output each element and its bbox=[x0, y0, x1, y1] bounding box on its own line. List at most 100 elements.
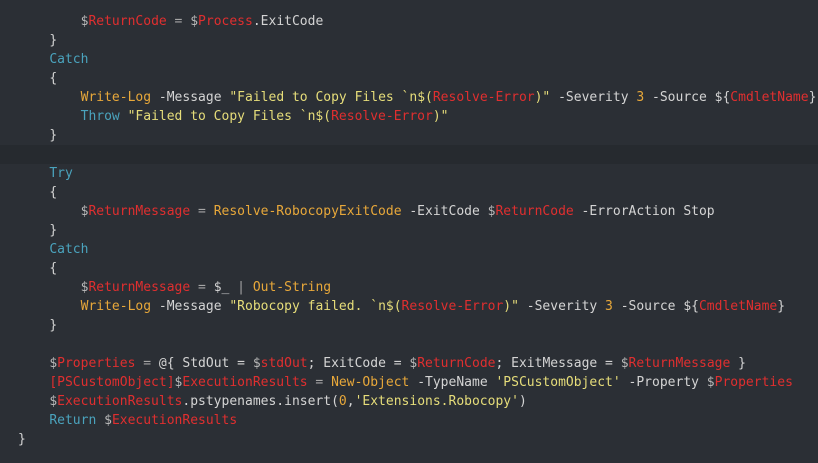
code-token-pl: { bbox=[49, 71, 58, 86]
code-token-pl: } bbox=[49, 223, 58, 238]
code-token-str: "Failed to Copy Files `n$( bbox=[127, 109, 332, 124]
code-token-kw: Throw bbox=[80, 109, 120, 124]
code-token-op: | bbox=[229, 280, 253, 295]
code-token-str: )" bbox=[503, 299, 519, 314]
code-token-kw: Return bbox=[49, 413, 97, 428]
code-line[interactable]: { bbox=[0, 183, 818, 202]
code-token-var: $ReturnMessage bbox=[620, 356, 731, 371]
code-line[interactable]: Try bbox=[0, 164, 818, 183]
code-token-op: = bbox=[190, 280, 214, 295]
code-line[interactable]: { bbox=[0, 69, 818, 88]
code-token-kw: Catch bbox=[49, 52, 89, 67]
code-token-param: -Source bbox=[612, 299, 684, 314]
code-line[interactable]: $ReturnMessage = Resolve-RobocopyExitCod… bbox=[0, 202, 818, 221]
code-token-param: -ExitCode bbox=[401, 204, 488, 219]
code-token-param: -Severity bbox=[518, 299, 606, 314]
code-token-param: -Source bbox=[644, 90, 715, 105]
code-token-sub: Resolve-Error bbox=[432, 90, 535, 105]
code-line[interactable]: } bbox=[0, 126, 818, 145]
code-token-num: 0 bbox=[338, 394, 347, 409]
code-token-sub: Resolve-Error bbox=[331, 109, 433, 124]
code-token-cmd: Out-String bbox=[252, 280, 332, 295]
code-token-pl: } bbox=[777, 299, 786, 314]
code-token-var: $ReturnCode bbox=[409, 356, 496, 371]
code-token-pl: } bbox=[49, 33, 58, 48]
code-line[interactable] bbox=[0, 335, 818, 354]
code-token-var: $ExecutionResults bbox=[104, 413, 238, 428]
code-line[interactable]: $ExecutionResults.pstypenames.insert(0,'… bbox=[0, 392, 818, 411]
code-token-str: 'Extensions.Robocopy' bbox=[354, 394, 519, 409]
code-token-pl: @{ StdOut = bbox=[158, 356, 253, 371]
code-line[interactable]: Throw "Failed to Copy Files `n$(Resolve-… bbox=[0, 107, 818, 126]
code-token-pl: Stop bbox=[683, 204, 715, 219]
code-line[interactable]: $ReturnMessage = $_ | Out-String bbox=[0, 278, 818, 297]
code-token-sub: CmdletName bbox=[698, 299, 778, 314]
code-token-cmd: New-Object bbox=[331, 375, 410, 390]
code-token-str: "Robocopy failed. `n$( bbox=[229, 299, 402, 314]
code-line[interactable]: } bbox=[0, 221, 818, 240]
code-token-var: $ReturnCode bbox=[80, 14, 167, 29]
code-token-str: 'PSCustomObject' bbox=[495, 375, 621, 390]
code-token-param: -Property bbox=[620, 375, 707, 390]
code-token-str: )" bbox=[432, 109, 449, 124]
code-line[interactable]: Catch bbox=[0, 240, 818, 259]
code-token-pl: } bbox=[18, 432, 26, 447]
code-line[interactable]: } bbox=[0, 430, 818, 449]
code-token-param: -Message bbox=[151, 90, 230, 105]
code-token-var: $ReturnCode bbox=[487, 204, 574, 219]
code-line[interactable]: [PSCustomObject]$ExecutionResults = New-… bbox=[0, 373, 818, 392]
code-token-var: $ExecutionResults bbox=[174, 375, 308, 390]
code-token-op: = bbox=[190, 204, 214, 219]
code-token-var: $Properties bbox=[49, 356, 136, 371]
code-token-kw: Catch bbox=[49, 242, 89, 257]
code-token-cmd: Write-Log bbox=[80, 299, 152, 314]
code-token-pl: ; ExitCode = bbox=[307, 356, 410, 371]
code-token-num: 3 bbox=[605, 299, 613, 314]
code-token-param: -ErrorAction bbox=[573, 204, 684, 219]
code-token-cmd: Resolve-RobocopyExitCode bbox=[213, 204, 402, 219]
code-line[interactable]: { bbox=[0, 259, 818, 278]
code-line[interactable]: $Properties = @{ StdOut = $stdOut; ExitC… bbox=[0, 354, 818, 373]
code-line[interactable]: } bbox=[0, 316, 818, 335]
code-line[interactable]: Write-Log -Message "Robocopy failed. `n$… bbox=[0, 297, 818, 316]
code-token-pl: ) bbox=[518, 394, 527, 409]
code-line[interactable]: Catch bbox=[0, 50, 818, 69]
code-line[interactable]: Return $ExecutionResults bbox=[0, 411, 818, 430]
code-token-pl: ${ bbox=[683, 299, 699, 314]
code-token-var: $stdOut bbox=[252, 356, 308, 371]
code-token-param: -Message bbox=[151, 299, 230, 314]
code-line[interactable]: $ReturnCode = $Process.ExitCode bbox=[0, 12, 818, 31]
code-token-str: )" bbox=[534, 90, 551, 105]
code-token-pl: ; ExitMessage = bbox=[495, 356, 621, 371]
code-token-pl: { bbox=[49, 261, 58, 276]
code-line[interactable]: } bbox=[0, 31, 818, 50]
code-token-pl: } bbox=[808, 90, 817, 105]
code-line[interactable] bbox=[0, 145, 818, 164]
code-line[interactable]: Write-Log -Message "Failed to Copy Files… bbox=[0, 88, 818, 107]
code-token-var: $ReturnMessage bbox=[80, 204, 191, 219]
code-token-var: $Properties bbox=[706, 375, 793, 390]
code-token-type: [PSCustomObject] bbox=[49, 375, 175, 390]
code-token-var: $Process bbox=[190, 14, 253, 29]
code-token-pl: } bbox=[49, 128, 58, 143]
code-token-param: -TypeName bbox=[409, 375, 496, 390]
code-editor[interactable]: $ReturnCode = $Process.ExitCode } Catch … bbox=[0, 0, 818, 463]
code-token-pl: .pstypenames.insert( bbox=[182, 394, 339, 409]
